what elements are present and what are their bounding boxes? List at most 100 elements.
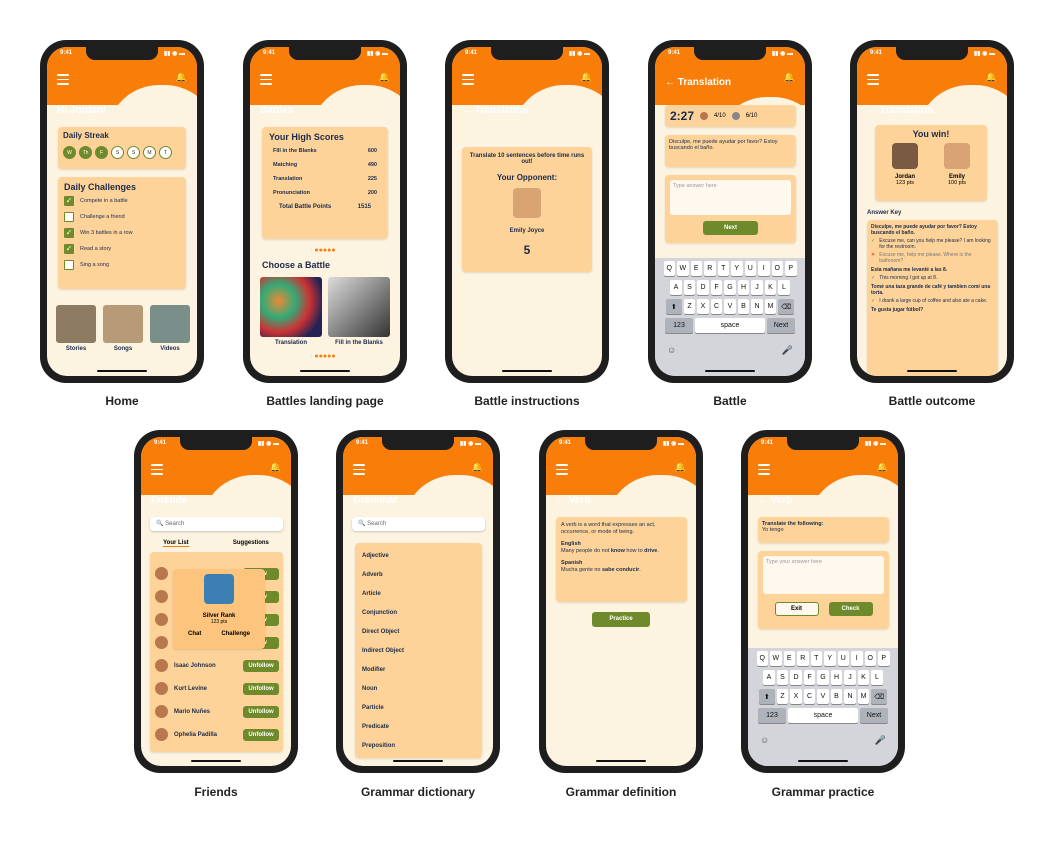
bell-icon[interactable]: 🔔 xyxy=(784,72,795,83)
grammar-item[interactable]: Modifier xyxy=(362,661,475,680)
space-key[interactable]: space xyxy=(788,708,858,723)
key[interactable]: J xyxy=(751,280,763,295)
bell-icon[interactable]: 🔔 xyxy=(379,72,390,83)
challenge-item[interactable]: ✓ Read a story xyxy=(64,244,180,254)
search-input[interactable]: 🔍 Search xyxy=(352,517,485,531)
backspace-key[interactable]: ⌫ xyxy=(778,299,795,314)
media-videos[interactable]: Videos xyxy=(150,305,190,352)
back-arrow-icon[interactable]: ← xyxy=(758,495,768,506)
grammar-item[interactable]: Adjective xyxy=(362,547,475,566)
key[interactable]: S xyxy=(683,280,696,295)
friend-name[interactable]: Mario Nuñes xyxy=(174,709,243,715)
grammar-item[interactable]: Particle xyxy=(362,699,475,718)
check-button[interactable]: Check xyxy=(828,602,873,616)
grammar-item[interactable]: Adverb xyxy=(362,566,475,585)
bell-icon[interactable]: 🔔 xyxy=(176,72,187,83)
microphone-icon[interactable]: 🎤 xyxy=(782,345,793,356)
key[interactable]: D xyxy=(790,670,802,685)
key[interactable]: Q xyxy=(663,261,675,276)
chat-button[interactable]: Chat xyxy=(188,631,201,637)
battle-option-fill-blanks[interactable]: Fill in the Blanks xyxy=(328,277,390,346)
key[interactable]: K xyxy=(764,280,777,295)
key[interactable]: O xyxy=(771,261,783,276)
key[interactable]: E xyxy=(690,261,702,276)
menu-icon[interactable] xyxy=(867,74,879,88)
unfollow-button[interactable]: Unfollow xyxy=(243,682,279,695)
bell-icon[interactable]: 🔔 xyxy=(986,72,997,83)
answer-input[interactable]: Type your answer here xyxy=(763,556,884,594)
menu-icon[interactable] xyxy=(260,74,272,88)
key[interactable]: T xyxy=(810,651,822,666)
page-title[interactable]: ← Verb xyxy=(758,495,792,506)
key[interactable]: W xyxy=(770,651,782,666)
key[interactable]: U xyxy=(837,651,849,666)
page-title[interactable]: ← Translation xyxy=(867,105,933,116)
back-arrow-icon[interactable]: ← xyxy=(462,105,472,116)
media-songs[interactable]: Songs xyxy=(103,305,143,352)
answer-input[interactable]: Type answer here xyxy=(670,180,791,215)
grammar-item[interactable]: Conjunction xyxy=(362,604,475,623)
numbers-key[interactable]: 123 xyxy=(758,708,786,723)
key[interactable]: Y xyxy=(824,651,836,666)
challenge-item[interactable]: ✓ Win 3 battles in a row xyxy=(64,228,180,238)
key[interactable]: D xyxy=(697,280,709,295)
unfollow-button[interactable]: Unfollow xyxy=(243,728,279,741)
exit-button[interactable]: Exit xyxy=(774,602,819,616)
key[interactable]: B xyxy=(737,299,750,314)
unfollow-button[interactable]: Unfollow xyxy=(243,705,279,718)
key[interactable]: J xyxy=(844,670,856,685)
tab-suggestions[interactable]: Suggestions xyxy=(233,540,269,547)
emoji-icon[interactable]: ☺ xyxy=(667,345,676,356)
shift-key[interactable]: ⬆ xyxy=(758,689,775,704)
bell-icon[interactable]: 🔔 xyxy=(877,462,888,473)
challenge-button[interactable]: Challenge xyxy=(221,631,250,637)
microphone-icon[interactable]: 🎤 xyxy=(875,735,886,746)
key[interactable]: S xyxy=(776,670,789,685)
grammar-item[interactable]: Predicate xyxy=(362,718,475,737)
back-arrow-icon[interactable]: ← xyxy=(665,77,675,88)
back-arrow-icon[interactable]: ← xyxy=(867,105,877,116)
key[interactable]: E xyxy=(783,651,795,666)
page-title[interactable]: ← Translation xyxy=(462,105,528,116)
tab-your-list[interactable]: Your List xyxy=(163,540,189,547)
key[interactable]: H xyxy=(830,670,843,685)
menu-icon[interactable] xyxy=(556,464,568,478)
key[interactable]: L xyxy=(871,670,883,685)
key[interactable]: Q xyxy=(756,651,768,666)
menu-icon[interactable] xyxy=(758,464,770,478)
space-key[interactable]: space xyxy=(695,318,765,333)
key[interactable]: B xyxy=(830,689,843,704)
friend-name[interactable]: Ophelia Padilla xyxy=(174,732,243,738)
friend-name[interactable]: Kurt Levine xyxy=(174,686,243,692)
grammar-item[interactable]: Indirect Object xyxy=(362,642,475,661)
key[interactable]: P xyxy=(785,261,797,276)
challenge-item[interactable]: Challenge a friend xyxy=(64,212,180,222)
next-button[interactable]: Next xyxy=(703,221,758,235)
challenge-item[interactable]: Sing a song xyxy=(64,260,180,270)
key[interactable]: A xyxy=(763,670,775,685)
bell-icon[interactable]: 🔔 xyxy=(581,72,592,83)
media-stories[interactable]: Stories xyxy=(56,305,96,352)
shift-key[interactable]: ⬆ xyxy=(665,299,682,314)
checkbox[interactable] xyxy=(64,260,74,270)
key[interactable]: N xyxy=(751,299,763,314)
page-title[interactable]: ← Translation xyxy=(665,77,731,88)
key[interactable]: V xyxy=(817,689,829,704)
backspace-key[interactable]: ⌫ xyxy=(871,689,888,704)
checkbox[interactable] xyxy=(64,212,74,222)
key[interactable]: F xyxy=(710,280,723,295)
key[interactable]: L xyxy=(778,280,790,295)
grammar-item[interactable]: Article xyxy=(362,585,475,604)
menu-icon[interactable] xyxy=(151,464,163,478)
unfollow-button[interactable]: Unfollow xyxy=(243,659,279,672)
grammar-item[interactable]: Noun xyxy=(362,680,475,699)
menu-icon[interactable] xyxy=(462,74,474,88)
checkbox[interactable]: ✓ xyxy=(64,228,74,238)
key[interactable]: Y xyxy=(731,261,743,276)
key[interactable]: F xyxy=(803,670,816,685)
menu-icon[interactable] xyxy=(353,464,365,478)
key[interactable]: C xyxy=(710,299,723,314)
bell-icon[interactable]: 🔔 xyxy=(472,462,483,473)
next-key[interactable]: Next xyxy=(860,708,888,723)
key[interactable]: U xyxy=(744,261,756,276)
